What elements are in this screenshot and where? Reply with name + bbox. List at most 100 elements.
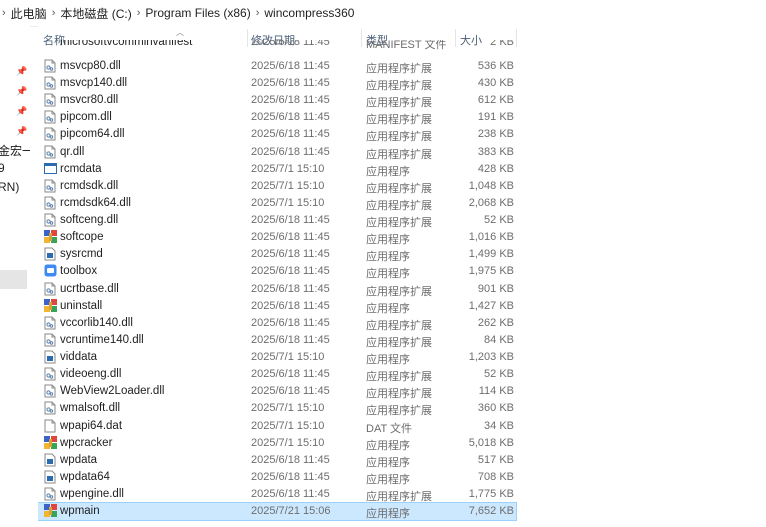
file-size: 5,018 KB bbox=[468, 436, 514, 449]
file-size: 84 KB bbox=[484, 333, 514, 346]
file-name: softcope bbox=[60, 231, 104, 244]
nav-item-selected[interactable] bbox=[0, 270, 27, 289]
breadcrumb-item[interactable]: Program Files (x86) bbox=[145, 6, 250, 20]
file-row[interactable]: vcruntime140.dll 2025/6/18 11:45 应用程序扩展 84 … bbox=[38, 332, 516, 349]
nav-item-label[interactable]: 金宏一 bbox=[0, 142, 30, 159]
file-icon bbox=[44, 419, 56, 433]
file-row[interactable]: WebView2Loader.dll 2025/6/18 11:45 应用程序扩展 1… bbox=[38, 383, 516, 400]
file-row[interactable]: toolbox 2025/6/18 11:45 应用程序 1,975 KB bbox=[38, 263, 516, 280]
file-type: 应用程序扩展 bbox=[366, 405, 432, 418]
file-row[interactable]: rcmdata 2025/7/1 15:10 应用程序 428 KB bbox=[38, 161, 516, 178]
file-date: 2025/7/1 15:10 bbox=[251, 436, 325, 449]
toolbox-icon bbox=[44, 264, 57, 278]
dll-icon bbox=[44, 384, 56, 398]
file-size: 1,775 KB bbox=[468, 488, 514, 500]
file-size: 1,499 KB bbox=[468, 248, 514, 261]
file-row[interactable]: rcmdsdk.dll 2025/7/1 15:10 应用程序扩展 1,048 KB bbox=[38, 178, 516, 195]
file-row[interactable]: softceng.dll 2025/6/18 11:45 应用程序扩展 52 KB bbox=[38, 212, 516, 229]
dll-icon bbox=[44, 401, 56, 415]
file-row[interactable]: wpdata 2025/6/18 11:45 应用程序 517 KB bbox=[38, 452, 516, 469]
file-row[interactable]: wpcracker 2025/7/1 15:10 应用程序 5,018 KB bbox=[38, 435, 516, 452]
file-type: 应用程序扩展 bbox=[366, 80, 432, 93]
breadcrumb-item[interactable]: wincompress360 bbox=[264, 6, 354, 20]
file-row[interactable]: rcmdsdk64.dll 2025/7/1 15:10 应用程序扩展 2,068 K… bbox=[38, 195, 516, 212]
file-name: qr.dll bbox=[60, 145, 85, 158]
file-row[interactable]: pipcom.dll 2025/6/18 11:45 应用程序扩展 191 KB bbox=[38, 109, 516, 126]
file-row-partial[interactable]: microsoftvcomminvanifest 2025/6/18 11:45… bbox=[38, 40, 516, 58]
file-date: 2025/6/18 11:45 bbox=[251, 385, 330, 398]
file-row[interactable]: sysrcmd 2025/6/18 11:45 应用程序 1,499 KB bbox=[38, 246, 516, 263]
file-row[interactable]: msvcp80.dll 2025/6/18 11:45 应用程序扩展 536 KB bbox=[38, 58, 516, 75]
file-date: 2025/6/18 11:45 bbox=[251, 299, 330, 312]
file-row[interactable]: pipcom64.dll 2025/6/18 11:45 应用程序扩展 238 KB bbox=[38, 126, 516, 143]
file-date: 2025/6/18 11:45 bbox=[251, 368, 330, 381]
dll-icon bbox=[44, 196, 56, 210]
file-row[interactable]: wpengine.dll 2025/6/18 11:45 应用程序扩展 1,775 K… bbox=[38, 486, 516, 503]
pin-icon[interactable]: 📌 bbox=[16, 126, 27, 136]
dll-icon bbox=[44, 110, 56, 124]
file-date: 2025/6/18 11:45 bbox=[251, 231, 330, 244]
file-row[interactable]: wpmain 2025/7/21 15:06 应用程序 7,652 KB bbox=[38, 502, 517, 522]
file-type: 应用程序扩展 bbox=[366, 63, 432, 75]
file-row[interactable]: qr.dll 2025/6/18 11:45 应用程序扩展 383 KB bbox=[38, 144, 516, 161]
nav-item-label[interactable]: 9 bbox=[0, 161, 5, 175]
file-date: 2025/6/18 11:45 bbox=[251, 488, 330, 500]
file-row[interactable]: viddata 2025/7/1 15:10 应用程序 1,203 KB bbox=[38, 349, 516, 366]
chevron-right-icon[interactable]: › bbox=[2, 7, 6, 19]
file-type: 应用程序 bbox=[366, 268, 410, 281]
dll-icon bbox=[44, 145, 56, 159]
file-name: WebView2Loader.dll bbox=[60, 385, 165, 398]
breadcrumb-item[interactable]: 此电脑 bbox=[11, 5, 47, 22]
file-row[interactable]: wpdata64 2025/6/18 11:45 应用程序 708 KB bbox=[38, 469, 516, 486]
file-row[interactable]: vccorlib140.dll 2025/6/18 11:45 应用程序扩展 262 … bbox=[38, 315, 516, 332]
file-row[interactable]: wpapi64.dat 2025/7/1 15:10 DAT 文件 34 KB bbox=[38, 418, 516, 435]
dll-icon bbox=[44, 333, 56, 347]
file-date: 2025/6/18 11:45 bbox=[251, 128, 330, 141]
archive-app-icon bbox=[44, 504, 57, 518]
file-row[interactable]: uninstall 2025/6/18 11:45 应用程序 1,427 KB bbox=[38, 298, 516, 315]
exe-icon bbox=[44, 453, 56, 467]
dll-icon bbox=[44, 367, 56, 381]
file-size: 34 KB bbox=[484, 419, 514, 432]
file-row[interactable]: wmalsoft.dll 2025/7/1 15:10 应用程序扩展 360 KB bbox=[38, 400, 516, 417]
file-row[interactable]: ucrtbase.dll 2025/6/18 11:45 应用程序扩展 901 KB bbox=[38, 281, 516, 298]
nav-item-label[interactable]: RN) bbox=[0, 180, 19, 194]
file-size: 901 KB bbox=[477, 282, 514, 295]
file-date: 2025/6/18 11:45 bbox=[251, 111, 330, 124]
file-type: 应用程序扩展 bbox=[366, 491, 432, 503]
file-size: 428 KB bbox=[477, 162, 514, 175]
file-name: wpmain bbox=[60, 505, 100, 518]
file-size: 238 KB bbox=[477, 128, 514, 141]
pin-icon[interactable]: 📌 bbox=[16, 86, 27, 96]
file-name: msvcp80.dll bbox=[60, 60, 121, 72]
dll-icon bbox=[44, 213, 56, 227]
file-name: vccorlib140.dll bbox=[60, 316, 133, 329]
file-row[interactable]: msvcr80.dll 2025/6/18 11:45 应用程序扩展 612 KB bbox=[38, 92, 516, 109]
file-type: 应用程序扩展 bbox=[366, 97, 432, 110]
file-size: 7,652 KB bbox=[468, 505, 514, 518]
pin-icon[interactable]: 📌 bbox=[16, 106, 27, 116]
dll-icon bbox=[44, 179, 56, 193]
file-row[interactable]: softcope 2025/6/18 11:45 应用程序 1,016 KB bbox=[38, 229, 516, 246]
chevron-right-icon[interactable]: › bbox=[256, 7, 260, 19]
file-name: sysrcmd bbox=[60, 248, 103, 261]
window-icon bbox=[44, 162, 57, 176]
file-name: wpapi64.dat bbox=[60, 419, 123, 432]
file-name: pipcom64.dll bbox=[60, 128, 125, 141]
file-row[interactable]: msvcp140.dll 2025/6/18 11:45 应用程序扩展 430 KB bbox=[38, 75, 516, 92]
file-size: 2 KB bbox=[490, 40, 514, 48]
breadcrumb-item[interactable]: 本地磁盘 (C:) bbox=[60, 5, 131, 22]
file-name: wpcracker bbox=[60, 436, 113, 449]
exe-icon bbox=[44, 350, 56, 364]
file-size: 114 KB bbox=[478, 385, 514, 398]
chevron-right-icon[interactable]: › bbox=[52, 7, 56, 19]
file-size: 1,427 KB bbox=[468, 299, 514, 312]
file-row[interactable]: videoeng.dll 2025/6/18 11:45 应用程序扩展 52 KB bbox=[38, 366, 516, 383]
file-size: 1,975 KB bbox=[468, 265, 514, 278]
file-list: microsoftvcomminvanifest 2025/6/18 11:45… bbox=[38, 40, 766, 527]
file-size: 191 KB bbox=[477, 111, 514, 124]
file-type: 应用程序扩展 bbox=[366, 371, 432, 384]
file-size: 2,068 KB bbox=[468, 196, 514, 209]
pin-icon[interactable]: 📌 bbox=[16, 66, 27, 76]
chevron-right-icon[interactable]: › bbox=[137, 7, 141, 19]
